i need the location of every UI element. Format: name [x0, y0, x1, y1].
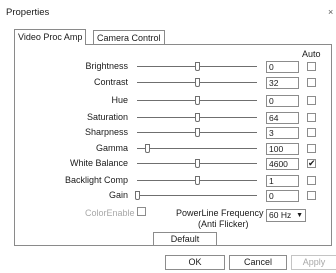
tab-video-proc-amp[interactable]: Video Proc Amp — [14, 29, 87, 45]
sharpness-label: Sharpness — [84, 127, 128, 137]
powerline-frequency-value: 60 Hz — [269, 210, 292, 220]
default-button[interactable]: Default — [153, 232, 217, 246]
gamma-slider[interactable] — [137, 148, 257, 149]
gain-value-field[interactable]: 0 — [266, 190, 299, 202]
powerline-frequency-select[interactable]: 60 Hz ▼ — [266, 209, 306, 222]
gain-label: Gain — [108, 190, 128, 200]
brightness-slider-thumb[interactable] — [195, 62, 200, 71]
color-enable-label: ColorEnable — [85, 208, 135, 218]
hue-label: Hue — [111, 95, 128, 105]
close-icon[interactable]: × — [328, 7, 333, 17]
auto-column-header: Auto — [302, 49, 321, 59]
sharpness-slider-thumb[interactable] — [195, 128, 200, 137]
sharpness-value-field[interactable]: 3 — [266, 127, 299, 139]
saturation-auto-checkbox[interactable] — [307, 113, 316, 122]
window-title: Properties — [6, 7, 50, 18]
saturation-label: Saturation — [86, 112, 128, 122]
apply-button[interactable]: Apply — [291, 255, 336, 270]
gain-slider[interactable] — [137, 195, 257, 196]
tab-camera-control[interactable]: Camera Control — [93, 30, 165, 45]
hue-slider-thumb[interactable] — [195, 96, 200, 105]
contrast-auto-checkbox[interactable] — [307, 78, 316, 87]
white-balance-value-field[interactable]: 4600 — [266, 158, 299, 170]
powerline-frequency-label: PowerLine Frequency — [176, 208, 264, 218]
contrast-label: Contrast — [93, 77, 128, 87]
white-balance-auto-checkbox[interactable]: ✔ — [307, 159, 316, 168]
gain-auto-checkbox[interactable] — [307, 191, 316, 200]
contrast-value-field[interactable]: 32 — [266, 77, 299, 89]
color-enable-checkbox[interactable] — [137, 207, 146, 216]
brightness-auto-checkbox[interactable] — [307, 62, 316, 71]
hue-auto-checkbox[interactable] — [307, 96, 316, 105]
gamma-value-field[interactable]: 100 — [266, 143, 299, 155]
white-balance-slider-thumb[interactable] — [195, 159, 200, 168]
hue-value-field[interactable]: 0 — [266, 95, 299, 107]
contrast-slider-thumb[interactable] — [195, 78, 200, 87]
anti-flicker-label: (Anti Flicker) — [198, 219, 249, 229]
ok-button[interactable]: OK — [165, 255, 225, 270]
chevron-down-icon: ▼ — [296, 212, 303, 219]
backlight-comp-value-field[interactable]: 1 — [266, 175, 299, 187]
sharpness-auto-checkbox[interactable] — [307, 128, 316, 137]
gamma-auto-checkbox[interactable] — [307, 144, 316, 153]
saturation-value-field[interactable]: 64 — [266, 112, 299, 124]
backlight-comp-auto-checkbox[interactable] — [307, 176, 316, 185]
backlight-comp-label: Backlight Comp — [64, 175, 128, 185]
gamma-slider-thumb[interactable] — [145, 144, 150, 153]
checkmark-icon: ✔ — [308, 158, 316, 168]
cancel-button[interactable]: Cancel — [229, 255, 287, 270]
white-balance-label: White Balance — [69, 158, 128, 168]
gamma-label: Gamma — [95, 143, 128, 153]
gain-slider-thumb[interactable] — [135, 191, 140, 200]
brightness-value-field[interactable]: 0 — [266, 61, 299, 73]
brightness-label: Brightness — [85, 61, 128, 71]
backlight-comp-slider-thumb[interactable] — [195, 176, 200, 185]
saturation-slider-thumb[interactable] — [195, 113, 200, 122]
